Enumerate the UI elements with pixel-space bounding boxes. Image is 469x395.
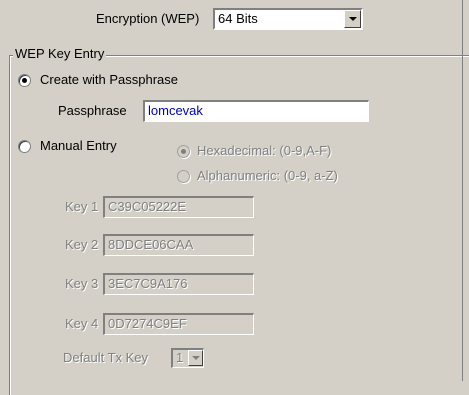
radio-selected-dot	[181, 149, 186, 154]
key-4-label: Key 4	[65, 316, 99, 331]
passphrase-radio-label[interactable]: Create with Passphrase	[40, 72, 178, 88]
manual-entry-radio-label[interactable]: Manual Entry	[40, 138, 117, 154]
encryption-label: Encryption (WEP)	[96, 11, 200, 26]
encryption-dropdown-button[interactable]	[344, 10, 361, 28]
key-1-value: C39C05222E	[108, 199, 187, 214]
default-tx-key-value: 1	[176, 350, 184, 365]
panel-right-edge	[462, 0, 463, 381]
key-3-input[interactable]: 3EC7C9A176	[103, 273, 254, 295]
encryption-select-value: 64 Bits	[218, 11, 258, 26]
passphrase-input[interactable]: lomcevak	[143, 100, 369, 122]
encryption-select[interactable]: 64 Bits	[213, 8, 363, 30]
key-2-input[interactable]: 8DDCE06CAA	[103, 234, 254, 256]
default-tx-key-dropdown-button[interactable]	[188, 350, 203, 366]
key-3-label: Key 3	[65, 276, 99, 291]
default-tx-key-select[interactable]: 1	[171, 348, 204, 368]
passphrase-label: Passphrase	[58, 103, 127, 118]
alphanumeric-radio-label: Alphanumeric: (0-9, a-Z)	[197, 168, 338, 183]
chevron-down-icon	[192, 356, 200, 360]
hexadecimal-radio-label: Hexadecimal: (0-9,A-F)	[197, 143, 332, 158]
key-1-input[interactable]: C39C05222E	[103, 196, 254, 218]
radio-selected-dot	[22, 78, 27, 83]
key-1-label: Key 1	[65, 199, 99, 214]
key-2-label: Key 2	[65, 237, 99, 252]
key-4-input[interactable]: 0D7274C9EF	[103, 313, 254, 335]
chevron-down-icon	[349, 17, 357, 21]
hexadecimal-radio[interactable]	[177, 145, 190, 158]
passphrase-radio[interactable]	[18, 74, 31, 87]
manual-entry-radio[interactable]	[18, 140, 31, 153]
key-3-value: 3EC7C9A176	[108, 276, 188, 291]
alphanumeric-radio[interactable]	[177, 170, 190, 183]
default-tx-key-label: Default Tx Key	[63, 350, 149, 365]
key-4-value: 0D7274C9EF	[108, 316, 187, 331]
group-title: WEP Key Entry	[13, 46, 107, 62]
passphrase-value: lomcevak	[148, 103, 203, 118]
key-2-value: 8DDCE06CAA	[108, 237, 194, 252]
